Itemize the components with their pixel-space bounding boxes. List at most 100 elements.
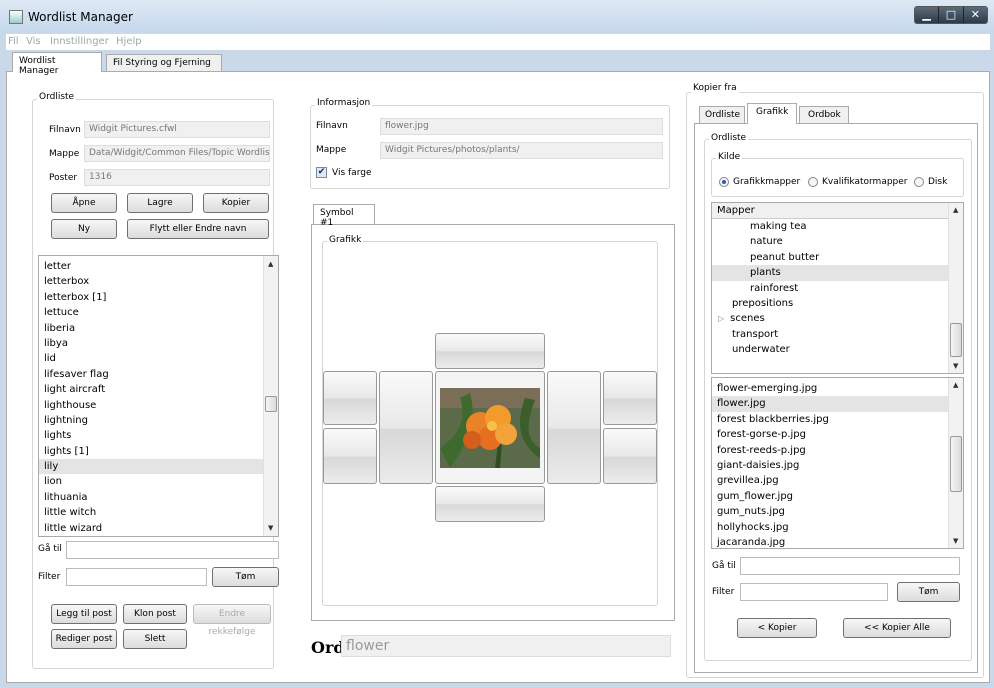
list-item[interactable]: letterbox xyxy=(39,274,278,289)
list-item[interactable]: letter xyxy=(39,259,278,274)
clone-entry-button[interactable]: Klon post xyxy=(123,604,187,624)
scroll-up-icon[interactable]: ▲ xyxy=(953,206,958,214)
tab-grafikk[interactable]: Grafikk xyxy=(747,103,797,124)
symbol-left-outer-top-cell[interactable] xyxy=(323,371,377,425)
symbol-top-cell[interactable] xyxy=(435,333,545,369)
save-button[interactable]: Lagre xyxy=(127,193,193,213)
menu-innstillinger[interactable]: Innstillinger xyxy=(50,36,109,47)
tab-ordbok[interactable]: Ordbok xyxy=(799,106,849,124)
folder-item[interactable]: plants xyxy=(712,265,963,281)
list-item[interactable]: lighthouse xyxy=(39,398,278,413)
scroll-down-icon[interactable]: ▼ xyxy=(953,362,958,370)
file-item[interactable]: hollyhocks.jpg xyxy=(712,520,963,535)
folder-item[interactable]: ▷ scenes xyxy=(712,311,963,326)
list-item[interactable]: libya xyxy=(39,336,278,351)
list-item[interactable]: little witch xyxy=(39,505,278,520)
menu-hjelp[interactable]: Hjelp xyxy=(116,36,142,47)
file-item[interactable]: forest blackberries.jpg xyxy=(712,412,963,427)
list-item[interactable]: lion xyxy=(39,474,278,489)
folder-tree[interactable]: Mapper making tea nature peanut butter plan… xyxy=(711,202,964,374)
menu-vis[interactable]: Vis xyxy=(26,36,41,47)
kopier-goto-input[interactable] xyxy=(740,557,960,575)
vis-farge-label: Vis farge xyxy=(332,168,372,178)
list-item[interactable]: lily xyxy=(39,459,278,475)
scroll-thumb[interactable] xyxy=(265,396,277,412)
file-item[interactable]: flower.jpg xyxy=(712,396,963,412)
tab-fil-styring[interactable]: Fil Styring og Fjerning xyxy=(106,54,222,72)
symbol-bottom-cell[interactable] xyxy=(435,486,545,522)
clear-filter-button[interactable]: Tøm xyxy=(212,567,279,587)
file-item[interactable]: giant-daisies.jpg xyxy=(712,458,963,473)
scroll-up-icon[interactable]: ▲ xyxy=(268,260,273,268)
folder-item[interactable]: prepositions xyxy=(712,296,963,311)
scroll-thumb[interactable] xyxy=(950,323,962,357)
symbol-center-cell[interactable] xyxy=(435,371,545,484)
edit-entry-button[interactable]: Rediger post xyxy=(51,629,117,649)
radio-kvalifikatormapper[interactable] xyxy=(808,177,818,187)
open-button[interactable]: Åpne xyxy=(51,193,117,213)
filter-input[interactable] xyxy=(66,568,207,586)
maximize-icon[interactable]: □ xyxy=(939,7,964,23)
folder-item[interactable]: transport xyxy=(712,327,963,342)
scroll-down-icon[interactable]: ▼ xyxy=(953,537,958,545)
folder-tree-scrollbar[interactable]: ▲ ▼ xyxy=(948,203,963,373)
ord-field[interactable]: flower xyxy=(341,635,671,657)
minimize-icon[interactable]: ▁ xyxy=(915,7,940,23)
list-item[interactable]: lights [1] xyxy=(39,444,278,459)
add-entry-button[interactable]: Legg til post xyxy=(51,604,117,624)
move-rename-button[interactable]: Flytt eller Endre navn xyxy=(127,219,269,239)
folder-item[interactable]: underwater xyxy=(712,342,963,357)
folder-item[interactable]: rainforest xyxy=(712,281,963,296)
symbol-left-outer-bottom-cell[interactable] xyxy=(323,428,377,484)
kopier-button[interactable]: < Kopier xyxy=(737,618,817,638)
symbol-left-inner-cell[interactable] xyxy=(379,371,433,484)
list-item[interactable]: little wizard xyxy=(39,521,278,536)
file-item[interactable]: jacaranda.jpg xyxy=(712,535,963,548)
close-icon[interactable]: ✕ xyxy=(963,7,987,23)
reorder-button[interactable]: Endre rekkefølge xyxy=(193,604,271,637)
word-list[interactable]: letter letterbox letterbox [1] lettuce liber… xyxy=(38,255,279,537)
scroll-down-icon[interactable]: ▼ xyxy=(268,524,273,532)
list-item[interactable]: lifesaver flag xyxy=(39,367,278,382)
kopier-clear-button[interactable]: Tøm xyxy=(897,582,960,602)
folder-item[interactable]: peanut butter xyxy=(712,250,963,265)
list-item[interactable]: lid xyxy=(39,351,278,366)
list-item[interactable]: lights xyxy=(39,428,278,443)
symbol-right-inner-cell[interactable] xyxy=(547,371,601,484)
file-item[interactable]: forest-reeds-p.jpg xyxy=(712,443,963,458)
list-item[interactable]: lithuania xyxy=(39,490,278,505)
file-item[interactable]: grevillea.jpg xyxy=(712,473,963,488)
kopier-filter-input[interactable] xyxy=(740,583,888,601)
kopier-alle-button[interactable]: << Kopier Alle xyxy=(843,618,951,638)
list-item[interactable]: lettuce xyxy=(39,305,278,320)
delete-button[interactable]: Slett xyxy=(123,629,187,649)
file-item[interactable]: gum_flower.jpg xyxy=(712,489,963,504)
list-item[interactable]: light aircraft xyxy=(39,382,278,397)
folder-item[interactable]: nature xyxy=(712,234,963,249)
menu-fil[interactable]: Fil xyxy=(8,36,19,47)
file-list[interactable]: flower-emerging.jpg flower.jpg forest blac… xyxy=(711,377,964,549)
list-item[interactable]: lightning xyxy=(39,413,278,428)
file-list-scrollbar[interactable]: ▲ ▼ xyxy=(948,378,963,548)
tab-ordliste[interactable]: Ordliste xyxy=(699,106,745,124)
copy-button[interactable]: Kopier xyxy=(203,193,269,213)
radio-grafikkmapper[interactable] xyxy=(719,177,729,187)
file-item[interactable]: gum_nuts.jpg xyxy=(712,504,963,519)
expand-icon[interactable]: ▷ xyxy=(718,314,724,323)
scroll-up-icon[interactable]: ▲ xyxy=(953,381,958,389)
radio-disk[interactable] xyxy=(914,177,924,187)
list-item[interactable]: liberia xyxy=(39,321,278,336)
tab-symbol-1[interactable]: Symbol #1 xyxy=(313,204,375,228)
goto-input[interactable] xyxy=(66,541,279,559)
file-item[interactable]: forest-gorse-p.jpg xyxy=(712,427,963,442)
scroll-thumb[interactable] xyxy=(950,436,962,492)
folder-item[interactable]: making tea xyxy=(712,219,963,234)
symbol-right-outer-bottom-cell[interactable] xyxy=(603,428,657,484)
tab-wordlist-manager[interactable]: Wordlist Manager xyxy=(12,52,102,76)
new-button[interactable]: Ny xyxy=(51,219,117,239)
file-item[interactable]: flower-emerging.jpg xyxy=(712,381,963,396)
list-item[interactable]: letterbox [1] xyxy=(39,290,278,305)
symbol-right-outer-top-cell[interactable] xyxy=(603,371,657,425)
word-list-scrollbar[interactable]: ▲ ▼ xyxy=(263,256,278,536)
vis-farge-checkbox[interactable]: ✔ xyxy=(316,167,327,178)
